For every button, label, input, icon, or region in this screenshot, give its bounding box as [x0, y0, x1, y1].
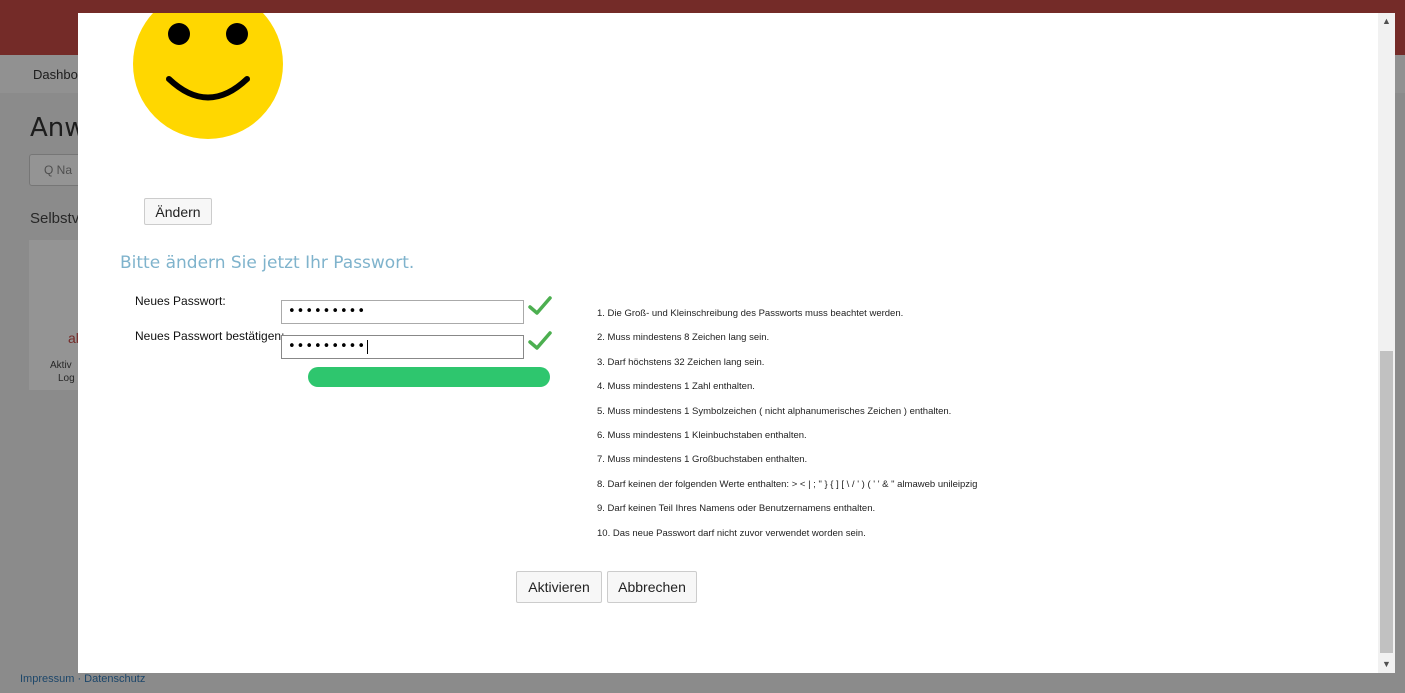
change-password-modal: Ändern Bitte ändern Sie jetzt Ihr Passwo… — [78, 13, 1395, 673]
confirm-password-label: Neues Passwort bestätigen: — [135, 329, 285, 343]
new-password-value: ••••••••• — [288, 304, 367, 319]
text-caret — [367, 339, 369, 354]
password-rule: 6. Muss mindestens 1 Kleinbuchstaben ent… — [597, 429, 807, 441]
password-rule: 7. Muss mindestens 1 Großbuchstaben enth… — [597, 454, 808, 466]
confirm-password-input[interactable]: ••••••••• — [281, 335, 524, 359]
change-password-title: Bitte ändern Sie jetzt Ihr Passwort. — [120, 253, 415, 273]
scroll-thumb[interactable] — [1380, 351, 1393, 653]
password-strength-bar — [308, 367, 550, 387]
scroll-down-icon[interactable]: ▼ — [1378, 656, 1395, 673]
scroll-up-icon[interactable]: ▲ — [1378, 13, 1395, 30]
confirm-password-value: ••••••••• — [288, 339, 367, 354]
new-password-label: Neues Passwort: — [135, 294, 226, 308]
password-rule: 9. Darf keinen Teil Ihres Namens oder Be… — [597, 503, 876, 515]
check-icon — [528, 331, 552, 350]
activate-button[interactable]: Aktivieren — [516, 571, 602, 603]
new-password-input[interactable]: ••••••••• — [281, 300, 524, 324]
password-rule: 1. Die Groß- und Kleinschreibung des Pas… — [597, 308, 904, 319]
password-rule: 3. Darf höchstens 32 Zeichen lang sein. — [597, 356, 765, 368]
password-rule: 5. Muss mindestens 1 Symbolzeichen ( nic… — [597, 405, 952, 417]
password-rule: 10. Das neue Passwort darf nicht zuvor v… — [597, 527, 866, 539]
password-rule: 2. Muss mindestens 8 Zeichen lang sein. — [597, 332, 770, 344]
password-rule: 4. Muss mindestens 1 Zahl enthalten. — [597, 381, 755, 393]
password-rule: 8. Darf keinen der folgenden Werte entha… — [597, 478, 978, 490]
smiley-icon — [133, 13, 283, 139]
change-avatar-button[interactable]: Ändern — [144, 198, 212, 225]
password-rules-list: 1. Die Groß- und Kleinschreibung des Pas… — [597, 308, 977, 552]
cancel-button[interactable]: Abbrechen — [607, 571, 697, 603]
modal-scrollbar[interactable]: ▲ ▼ — [1378, 13, 1395, 673]
check-icon — [528, 296, 552, 315]
